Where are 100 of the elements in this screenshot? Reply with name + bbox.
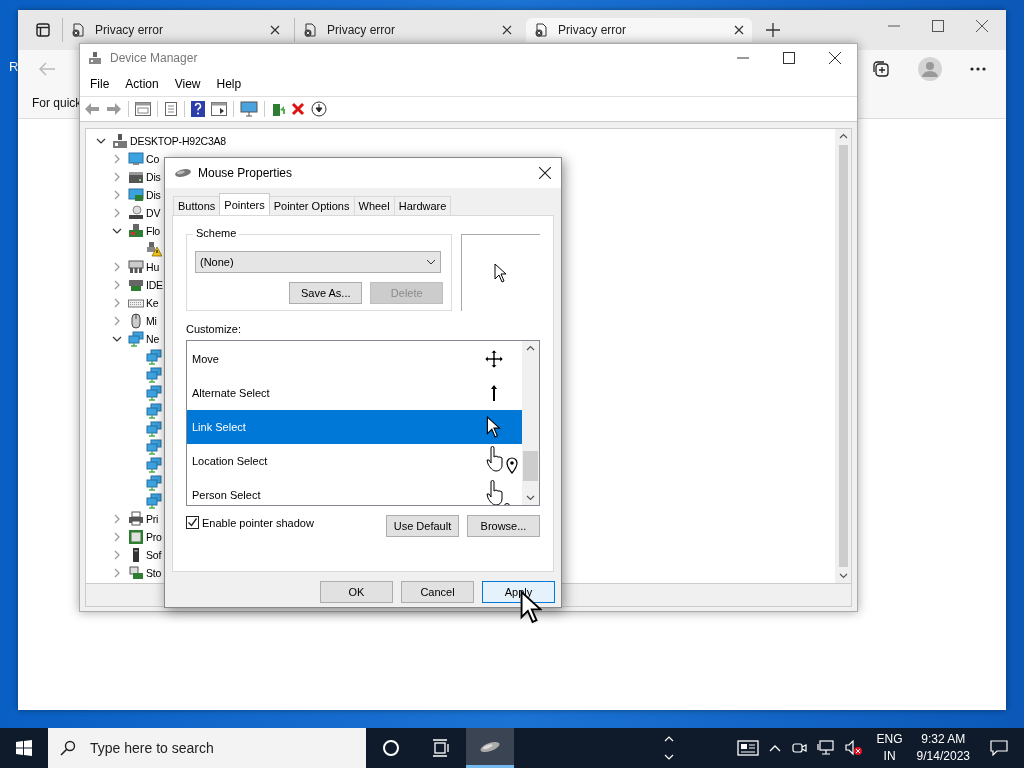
notifications-icon[interactable] bbox=[990, 740, 1008, 756]
tree-item[interactable]: Ke bbox=[146, 297, 159, 309]
meet-now-icon[interactable] bbox=[790, 740, 807, 756]
dialog-tab[interactable]: Hardware bbox=[393, 196, 452, 215]
close-icon[interactable] bbox=[539, 167, 551, 179]
scheme-dropdown[interactable]: (None) bbox=[195, 251, 442, 273]
collections-icon[interactable] bbox=[872, 60, 890, 78]
properties-window-icon[interactable] bbox=[135, 102, 151, 116]
scheme-button[interactable]: Save As... bbox=[289, 282, 363, 304]
back-arrow-icon[interactable] bbox=[84, 102, 100, 116]
cortana-icon[interactable] bbox=[382, 739, 400, 757]
floppy-icon bbox=[128, 223, 144, 239]
tree-item[interactable]: Flo bbox=[146, 225, 160, 237]
dialog-tab[interactable]: Pointer Options bbox=[268, 196, 355, 215]
tree-item[interactable]: DV bbox=[146, 207, 161, 219]
language-indicator[interactable]: ENG bbox=[876, 731, 903, 748]
dialog-tab[interactable]: Pointers bbox=[219, 193, 270, 215]
close-tab-icon[interactable] bbox=[270, 25, 280, 35]
storage-icon bbox=[128, 565, 144, 581]
scrollbar-thumb[interactable] bbox=[838, 145, 848, 567]
pointer-list-item[interactable]: Alternate Select bbox=[187, 376, 522, 410]
tree-item[interactable]: Pri bbox=[146, 513, 159, 525]
processor-icon bbox=[128, 529, 144, 545]
network-icon[interactable] bbox=[816, 740, 835, 756]
close-tab-icon[interactable] bbox=[502, 25, 512, 35]
task-view-icon[interactable] bbox=[432, 739, 450, 757]
profile-avatar-icon[interactable] bbox=[918, 57, 942, 81]
close-icon[interactable] bbox=[829, 52, 841, 64]
monitor-scan-icon[interactable] bbox=[240, 101, 258, 117]
tree-item[interactable]: Dis bbox=[146, 171, 161, 183]
clock-date[interactable]: 9/14/2023 bbox=[916, 748, 970, 765]
close-icon[interactable] bbox=[976, 20, 988, 32]
forward-arrow-icon[interactable] bbox=[106, 102, 122, 116]
clock-time[interactable]: 9:32 AM bbox=[921, 731, 966, 748]
search-field[interactable]: Type here to search bbox=[88, 739, 352, 757]
document-icon[interactable] bbox=[164, 102, 178, 116]
windows-start-icon[interactable] bbox=[16, 740, 32, 756]
pointer-list-item[interactable]: Location Select bbox=[187, 444, 522, 478]
scrollbar[interactable] bbox=[835, 129, 851, 583]
menu-item[interactable]: Help bbox=[210, 75, 248, 93]
pointer-list-item[interactable]: Person Select bbox=[187, 478, 522, 505]
news-icon[interactable] bbox=[736, 740, 759, 756]
tree-item[interactable]: IDE bbox=[146, 279, 163, 291]
more-options-icon[interactable] bbox=[970, 67, 986, 71]
mouse-icon bbox=[479, 740, 501, 753]
download-icon[interactable] bbox=[311, 101, 327, 117]
dialog-tab[interactable]: Buttons bbox=[173, 196, 221, 215]
maximize-icon[interactable] bbox=[783, 52, 795, 64]
tree-item[interactable]: Ne bbox=[146, 333, 160, 345]
tree-item[interactable]: Mi bbox=[146, 315, 157, 327]
device-warning-icon[interactable] bbox=[146, 241, 162, 257]
pointer-list-item[interactable]: Link Select bbox=[187, 410, 522, 444]
menu-item[interactable]: File bbox=[84, 75, 116, 93]
window-icon[interactable] bbox=[211, 102, 227, 116]
scrollbar[interactable] bbox=[522, 341, 539, 505]
scrollbar-thumb[interactable] bbox=[523, 451, 538, 481]
browser-tab[interactable]: Privacy error bbox=[62, 18, 288, 42]
expand-chevron-icon[interactable] bbox=[96, 136, 106, 146]
pointer-list-item[interactable]: Move bbox=[187, 342, 522, 376]
tab-actions-icon[interactable] bbox=[36, 23, 50, 37]
scroll-up-icon[interactable] bbox=[526, 345, 535, 351]
menu-item[interactable]: Action bbox=[119, 75, 165, 93]
tree-item[interactable]: Sof bbox=[146, 549, 162, 561]
maximize-icon[interactable] bbox=[932, 20, 944, 32]
tree-item[interactable]: Co bbox=[146, 153, 160, 165]
checkbox[interactable] bbox=[186, 516, 199, 529]
dialog-button[interactable]: OK bbox=[320, 581, 393, 603]
close-tab-icon[interactable] bbox=[734, 25, 744, 35]
pointer-button[interactable]: Use Default bbox=[386, 515, 459, 537]
language-indicator[interactable]: IN bbox=[883, 748, 896, 765]
muted-speaker-icon[interactable] bbox=[844, 740, 863, 756]
tree-item[interactable]: Pro bbox=[146, 531, 162, 543]
tree-item[interactable]: Dis bbox=[146, 189, 161, 201]
scroll-down-icon[interactable] bbox=[838, 573, 848, 579]
pointer-button[interactable]: Browse... bbox=[467, 515, 540, 537]
new-tab-icon[interactable] bbox=[766, 23, 780, 37]
browser-tab[interactable]: Privacy error bbox=[526, 18, 752, 42]
menu-item[interactable]: View bbox=[168, 75, 207, 93]
printer-icon bbox=[128, 511, 144, 527]
chevron-up-icon[interactable] bbox=[768, 744, 781, 752]
scroll-up-icon[interactable] bbox=[838, 133, 848, 139]
taskbar-app[interactable] bbox=[466, 728, 514, 768]
browser-tab[interactable]: Privacy error bbox=[294, 18, 520, 42]
tree-item[interactable]: Sto bbox=[146, 567, 162, 579]
hand-pin-cursor-icon bbox=[484, 446, 520, 476]
move-cursor-icon bbox=[484, 349, 504, 369]
expand-chevron-icon[interactable] bbox=[112, 226, 122, 236]
taskbar-search-box[interactable]: Type here to search bbox=[48, 728, 366, 768]
scroll-down-icon[interactable] bbox=[526, 495, 535, 501]
update-driver-icon[interactable] bbox=[271, 101, 285, 117]
help-icon[interactable] bbox=[191, 101, 205, 117]
uninstall-icon[interactable] bbox=[291, 102, 305, 116]
expand-chevron-icon[interactable] bbox=[112, 334, 122, 344]
monitor-icon bbox=[128, 151, 144, 167]
tree-item[interactable]: DESKTOP-H92C3A8 bbox=[130, 135, 226, 147]
dialog-button[interactable]: Cancel bbox=[401, 581, 474, 603]
dvd-icon bbox=[128, 205, 144, 221]
mouse-icon bbox=[174, 168, 192, 178]
arrow-pointer-icon bbox=[494, 263, 509, 283]
tree-item[interactable]: Hu bbox=[146, 261, 160, 273]
